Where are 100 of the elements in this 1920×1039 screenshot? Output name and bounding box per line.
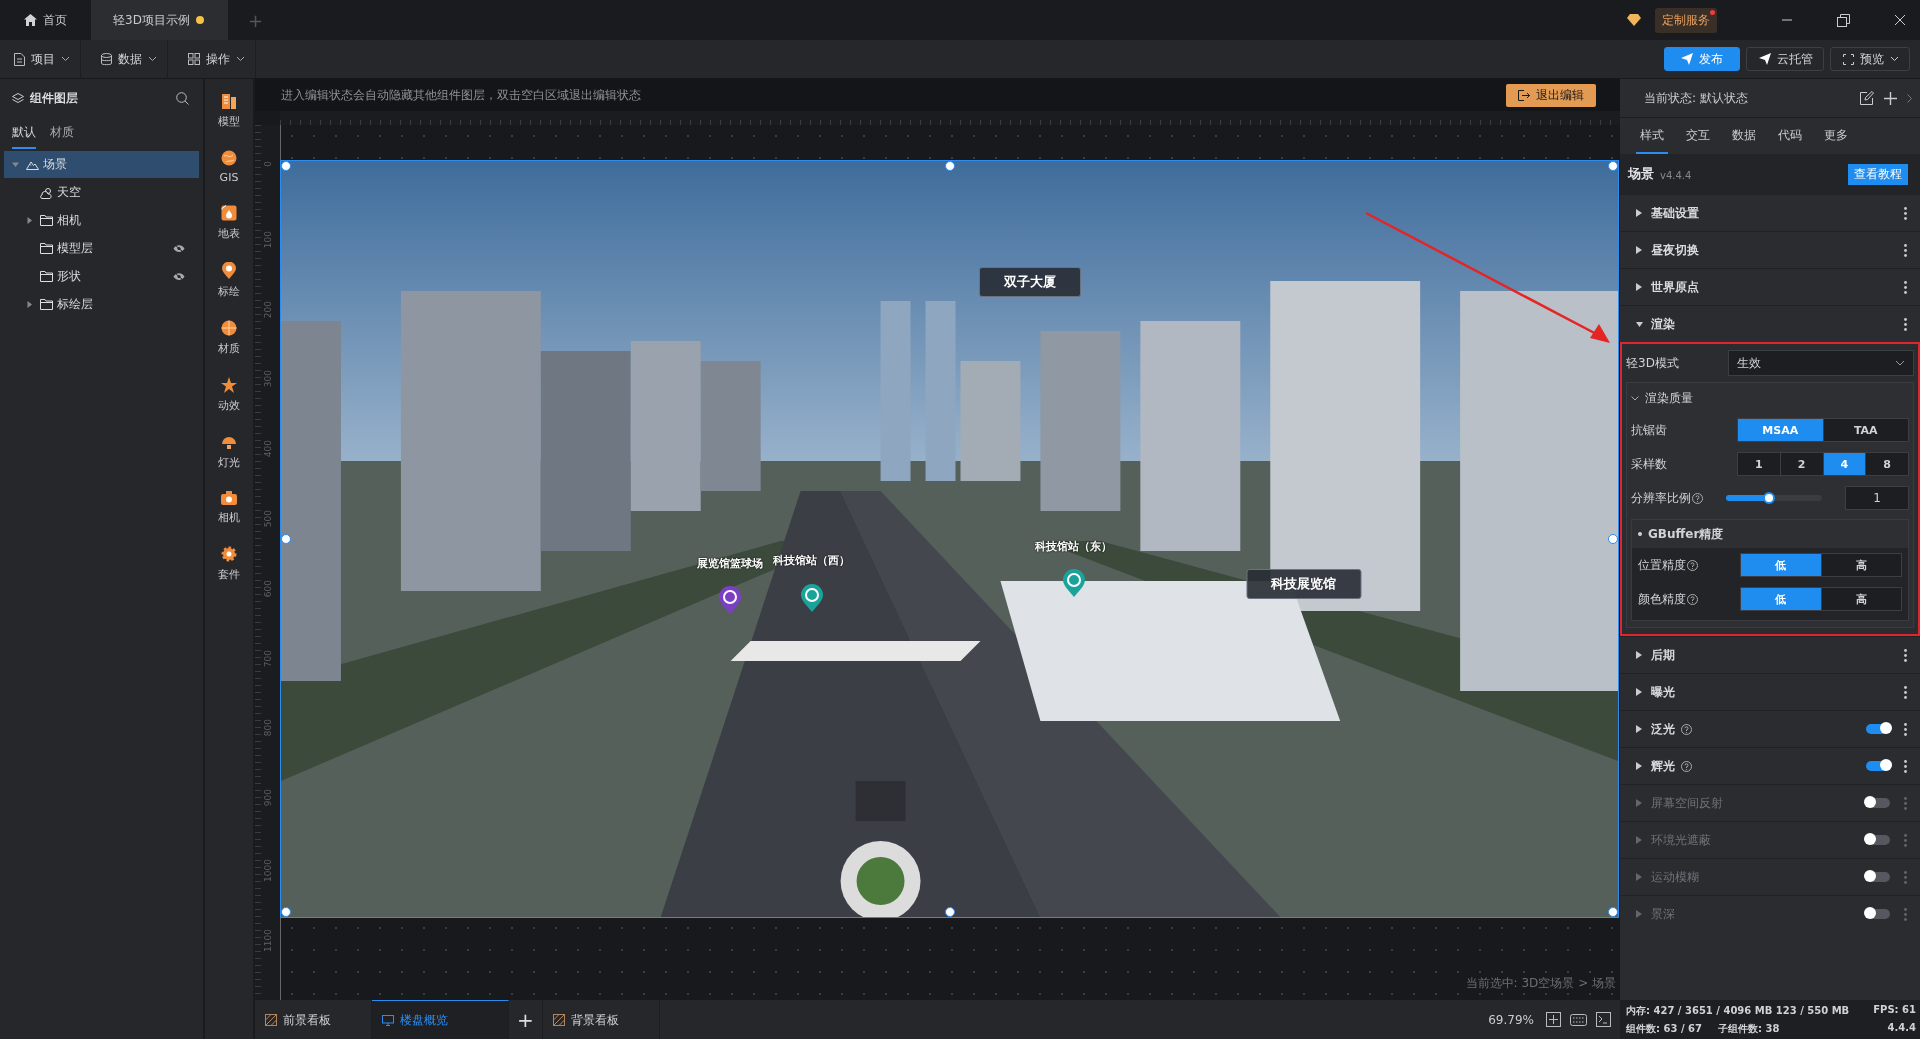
property-tab[interactable]: 代码 — [1774, 118, 1806, 154]
caret-icon[interactable] — [1636, 246, 1643, 254]
keyboard-icon[interactable] — [1570, 1013, 1587, 1026]
property-tab[interactable]: 数据 — [1728, 118, 1760, 154]
caret-icon[interactable] — [1636, 320, 1643, 328]
toggle-switch[interactable] — [1866, 724, 1890, 734]
add-icon[interactable] — [1884, 91, 1897, 105]
toggle-switch[interactable] — [1866, 909, 1890, 919]
menu-dropdown[interactable]: 操作 — [174, 40, 256, 78]
tool-button[interactable]: 材质 — [218, 320, 240, 356]
resize-handle[interactable] — [1608, 534, 1618, 544]
mode-select[interactable]: 生效 — [1728, 350, 1914, 376]
window-tab[interactable]: 轻3D项目示例 — [91, 0, 228, 40]
toggle-switch[interactable] — [1866, 872, 1890, 882]
number-input[interactable]: 1 — [1845, 486, 1909, 510]
caret-icon[interactable] — [1636, 651, 1643, 659]
tool-button[interactable]: 相机 — [218, 491, 240, 525]
caret-icon[interactable] — [1636, 725, 1643, 733]
toggle-switch[interactable] — [1866, 761, 1890, 771]
section-header[interactable]: 基础设置 — [1620, 194, 1920, 231]
caret-icon[interactable] — [1636, 209, 1643, 217]
chevron-down-icon[interactable] — [1631, 395, 1639, 401]
tree-item[interactable]: 相机 — [4, 207, 199, 234]
more-icon[interactable] — [1904, 206, 1907, 220]
building-label[interactable]: 双子大厦 — [978, 266, 1081, 297]
tool-button[interactable]: 模型 — [218, 93, 240, 129]
resize-handle[interactable] — [281, 161, 291, 171]
menu-dropdown[interactable]: 项目 — [0, 40, 81, 78]
tool-button[interactable]: 地表 — [218, 205, 240, 241]
more-icon[interactable] — [1904, 280, 1907, 294]
tree-item[interactable]: 模型层 — [4, 235, 199, 262]
segment-option[interactable]: 1 — [1738, 453, 1781, 475]
tool-button[interactable]: GIS — [219, 150, 239, 184]
help-icon[interactable] — [1687, 559, 1698, 571]
slider-thumb[interactable] — [1763, 492, 1776, 504]
section-header[interactable]: 昼夜切换 — [1620, 231, 1920, 268]
hidden-eye-icon[interactable] — [173, 244, 185, 253]
resize-handle[interactable] — [281, 534, 291, 544]
property-tab[interactable]: 交互 — [1682, 118, 1714, 154]
section-header[interactable]: 泛光 — [1620, 710, 1920, 747]
subsection-title[interactable]: 渲染质量 — [1645, 389, 1693, 407]
more-icon[interactable] — [1904, 648, 1907, 662]
tree-item[interactable]: 场景 — [4, 151, 199, 178]
toolbar-button[interactable]: 预览 — [1830, 47, 1910, 71]
search-icon[interactable] — [176, 91, 189, 105]
toggle-switch[interactable] — [1866, 835, 1890, 845]
tool-button[interactable]: 动效 — [218, 377, 240, 413]
tree-item[interactable]: 天空 — [4, 179, 199, 206]
scene-viewport[interactable]: 双子大厦 科技展览馆 展览馆篮球场 科技馆站（西） 科技馆站（东） — [281, 161, 1618, 917]
resize-handle[interactable] — [281, 907, 291, 917]
help-icon[interactable] — [1692, 492, 1703, 504]
map-pin-icon[interactable] — [800, 583, 823, 612]
map-pin-icon[interactable] — [719, 585, 742, 614]
tree-item[interactable]: 形状 — [4, 263, 199, 290]
resize-handle[interactable] — [1608, 907, 1618, 917]
resize-handle[interactable] — [944, 907, 955, 917]
caret-icon[interactable] — [1636, 283, 1643, 291]
more-icon[interactable] — [1904, 759, 1907, 773]
segment-option[interactable]: TAA — [1823, 419, 1908, 441]
chevron-right-icon[interactable] — [1907, 93, 1912, 103]
custom-service-button[interactable]: 定制服务 — [1655, 7, 1717, 33]
fit-screen-icon[interactable] — [1546, 1012, 1561, 1027]
property-tab[interactable]: 更多 — [1820, 118, 1852, 154]
panel-tab[interactable]: 材质 — [50, 117, 74, 149]
tool-button[interactable]: 标绘 — [218, 262, 240, 299]
toggle-switch[interactable] — [1866, 798, 1890, 808]
building-label[interactable]: 科技展览馆 — [1246, 569, 1362, 600]
board-tab[interactable]: 背景看板 — [543, 1000, 660, 1039]
add-board-button[interactable]: + — [509, 1000, 543, 1039]
panel-tab[interactable]: 默认 — [12, 117, 36, 149]
segment-option[interactable]: 8 — [1866, 453, 1908, 475]
caret-icon[interactable] — [1636, 762, 1643, 770]
section-header[interactable]: 曝光 — [1620, 673, 1920, 710]
slider-track[interactable] — [1726, 495, 1822, 501]
help-icon[interactable] — [1681, 723, 1692, 735]
segment-option[interactable]: 高 — [1821, 554, 1901, 576]
hidden-eye-icon[interactable] — [173, 272, 185, 281]
menu-dropdown[interactable]: 数据 — [87, 40, 168, 78]
help-icon[interactable] — [1687, 593, 1698, 605]
section-header[interactable]: 后期 — [1620, 636, 1920, 673]
terminal-icon[interactable] — [1596, 1012, 1611, 1027]
exit-edit-button[interactable]: 退出编辑 — [1506, 83, 1596, 107]
caret-icon[interactable] — [1636, 688, 1643, 696]
more-icon[interactable] — [1904, 722, 1907, 736]
edit-icon[interactable] — [1860, 91, 1874, 105]
map-pin-icon[interactable] — [1062, 569, 1085, 598]
section-header[interactable]: 辉光 — [1620, 747, 1920, 784]
segment-option[interactable]: 2 — [1780, 453, 1824, 475]
more-icon[interactable] — [1904, 317, 1907, 331]
help-icon[interactable] — [1681, 760, 1692, 772]
toolbar-button[interactable]: 云托管 — [1746, 47, 1824, 71]
more-icon[interactable] — [1904, 243, 1907, 257]
caret-icon[interactable] — [26, 301, 33, 308]
section-header[interactable]: 世界原点 — [1620, 268, 1920, 305]
tool-button[interactable]: 灯光 — [218, 434, 240, 470]
window-tab[interactable]: 首页 — [0, 0, 91, 40]
section-header[interactable]: 渲染 — [1620, 305, 1920, 342]
resize-handle[interactable] — [1608, 161, 1618, 171]
close-icon[interactable] — [1894, 14, 1906, 26]
board-tab[interactable]: 楼盘概览 — [372, 1000, 509, 1039]
